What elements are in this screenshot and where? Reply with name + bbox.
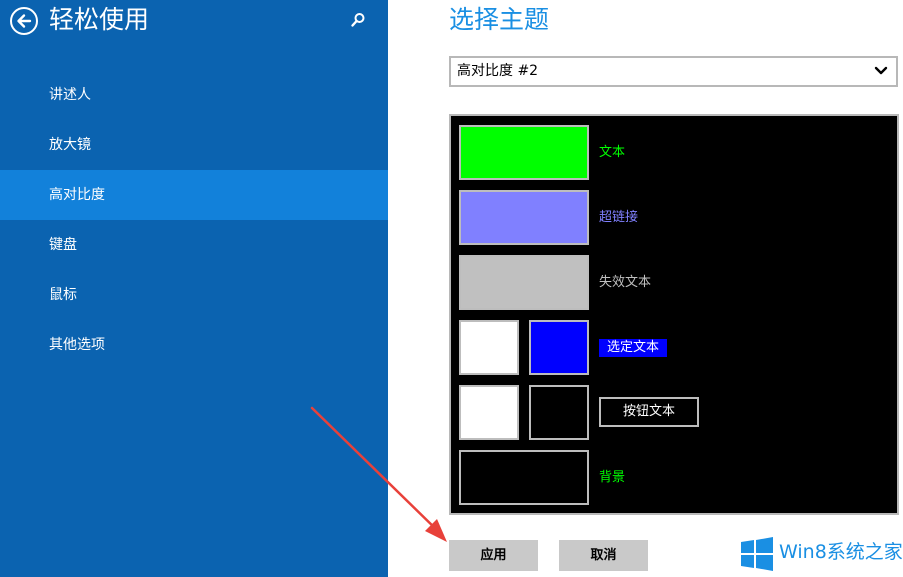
sidebar-item-other-options[interactable]: 其他选项 (0, 320, 388, 370)
theme-select-value: 高对比度 #2 (457, 63, 539, 79)
sidebar-item-magnifier[interactable]: 放大镜 (0, 120, 388, 170)
sidebar-title: 轻松使用 (49, 5, 150, 34)
sidebar-item-narrator[interactable]: 讲述人 (0, 70, 388, 120)
background-color-label: 背景 (599, 470, 626, 485)
selected-background-color-swatch[interactable] (529, 320, 589, 375)
button-text-color-swatch[interactable] (459, 385, 519, 440)
sidebar-item-keyboard[interactable]: 键盘 (0, 220, 388, 270)
background-color-swatch[interactable] (459, 450, 589, 505)
chevron-down-icon (874, 66, 888, 75)
selected-text-label: 选定文本 (599, 339, 668, 357)
back-button[interactable] (10, 7, 38, 35)
selected-text-color-swatch[interactable] (459, 320, 519, 375)
text-color-label: 文本 (599, 145, 626, 160)
windows-logo-icon (741, 537, 773, 571)
sidebar-item-mouse[interactable]: 鼠标 (0, 270, 388, 320)
apply-button[interactable]: 应用 (449, 540, 538, 571)
disabled-text-color-label: 失效文本 (599, 275, 652, 290)
hyperlink-color-label: 超链接 (599, 210, 639, 225)
theme-select[interactable]: 高对比度 #2 (449, 56, 898, 87)
button-text-label: 按钮文本 (599, 397, 699, 427)
disabled-text-color-swatch[interactable] (459, 255, 589, 310)
page-title: 选择主题 (449, 5, 550, 34)
theme-preview: 文本 超链接 失效文本 选定文本 按钮文本 背景 (449, 114, 899, 515)
search-icon[interactable] (350, 12, 366, 28)
sidebar-item-high-contrast[interactable]: 高对比度 (0, 170, 388, 220)
text-color-swatch[interactable] (459, 125, 589, 180)
button-background-color-swatch[interactable] (529, 385, 589, 440)
cancel-button[interactable]: 取消 (559, 540, 648, 571)
watermark-text: Win8系统之家 (779, 541, 903, 563)
sidebar: 轻松使用 讲述人 放大镜 高对比度 键盘 鼠标 其他选项 (0, 0, 388, 577)
hyperlink-color-swatch[interactable] (459, 190, 589, 245)
back-arrow-icon (17, 14, 32, 28)
